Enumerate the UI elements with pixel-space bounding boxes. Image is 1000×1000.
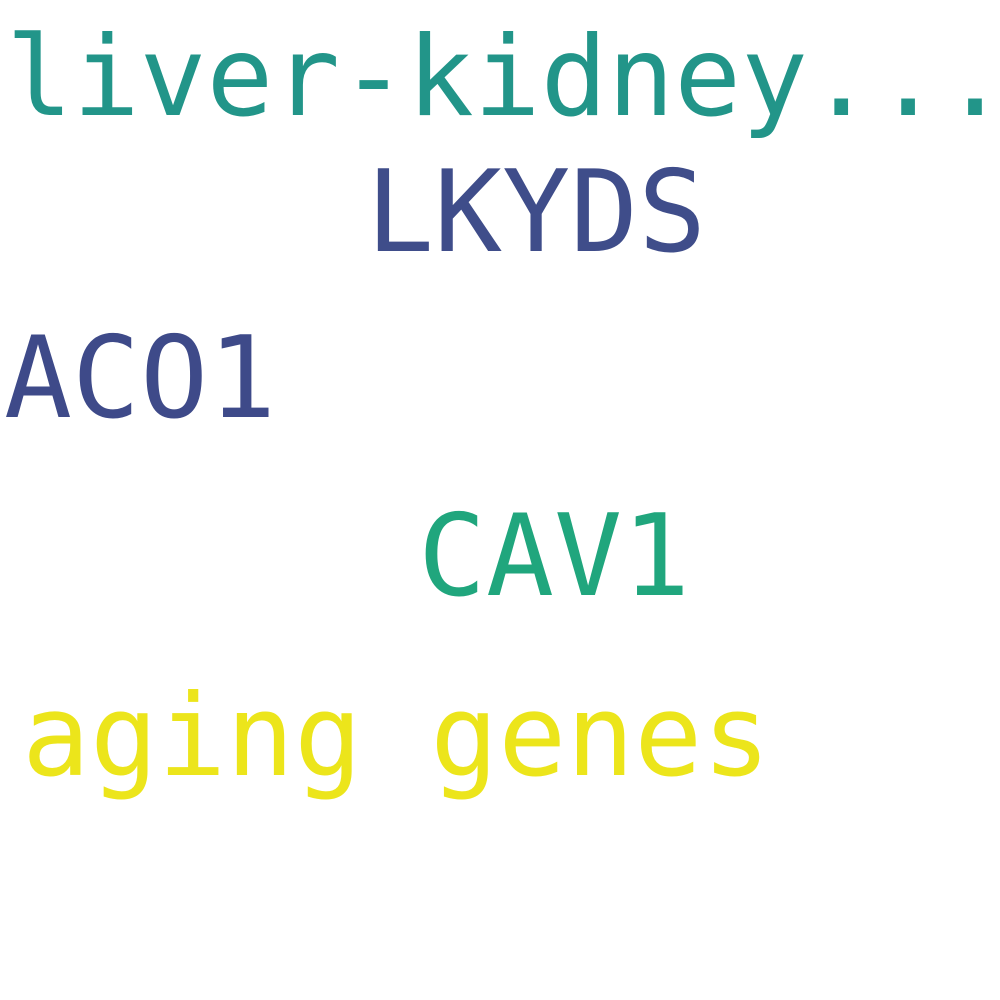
word-cav1: CAV1 (418, 490, 691, 622)
word-aco1: ACO1 (4, 312, 277, 444)
word-aging-genes: aging genes (22, 670, 771, 802)
word-liver-kidney: liver-kidney... (6, 13, 1000, 142)
word-lkyds: LKYDS (366, 146, 707, 278)
word-cloud: { "words": [ { "text": "liver-kidney..."… (0, 0, 1000, 1000)
